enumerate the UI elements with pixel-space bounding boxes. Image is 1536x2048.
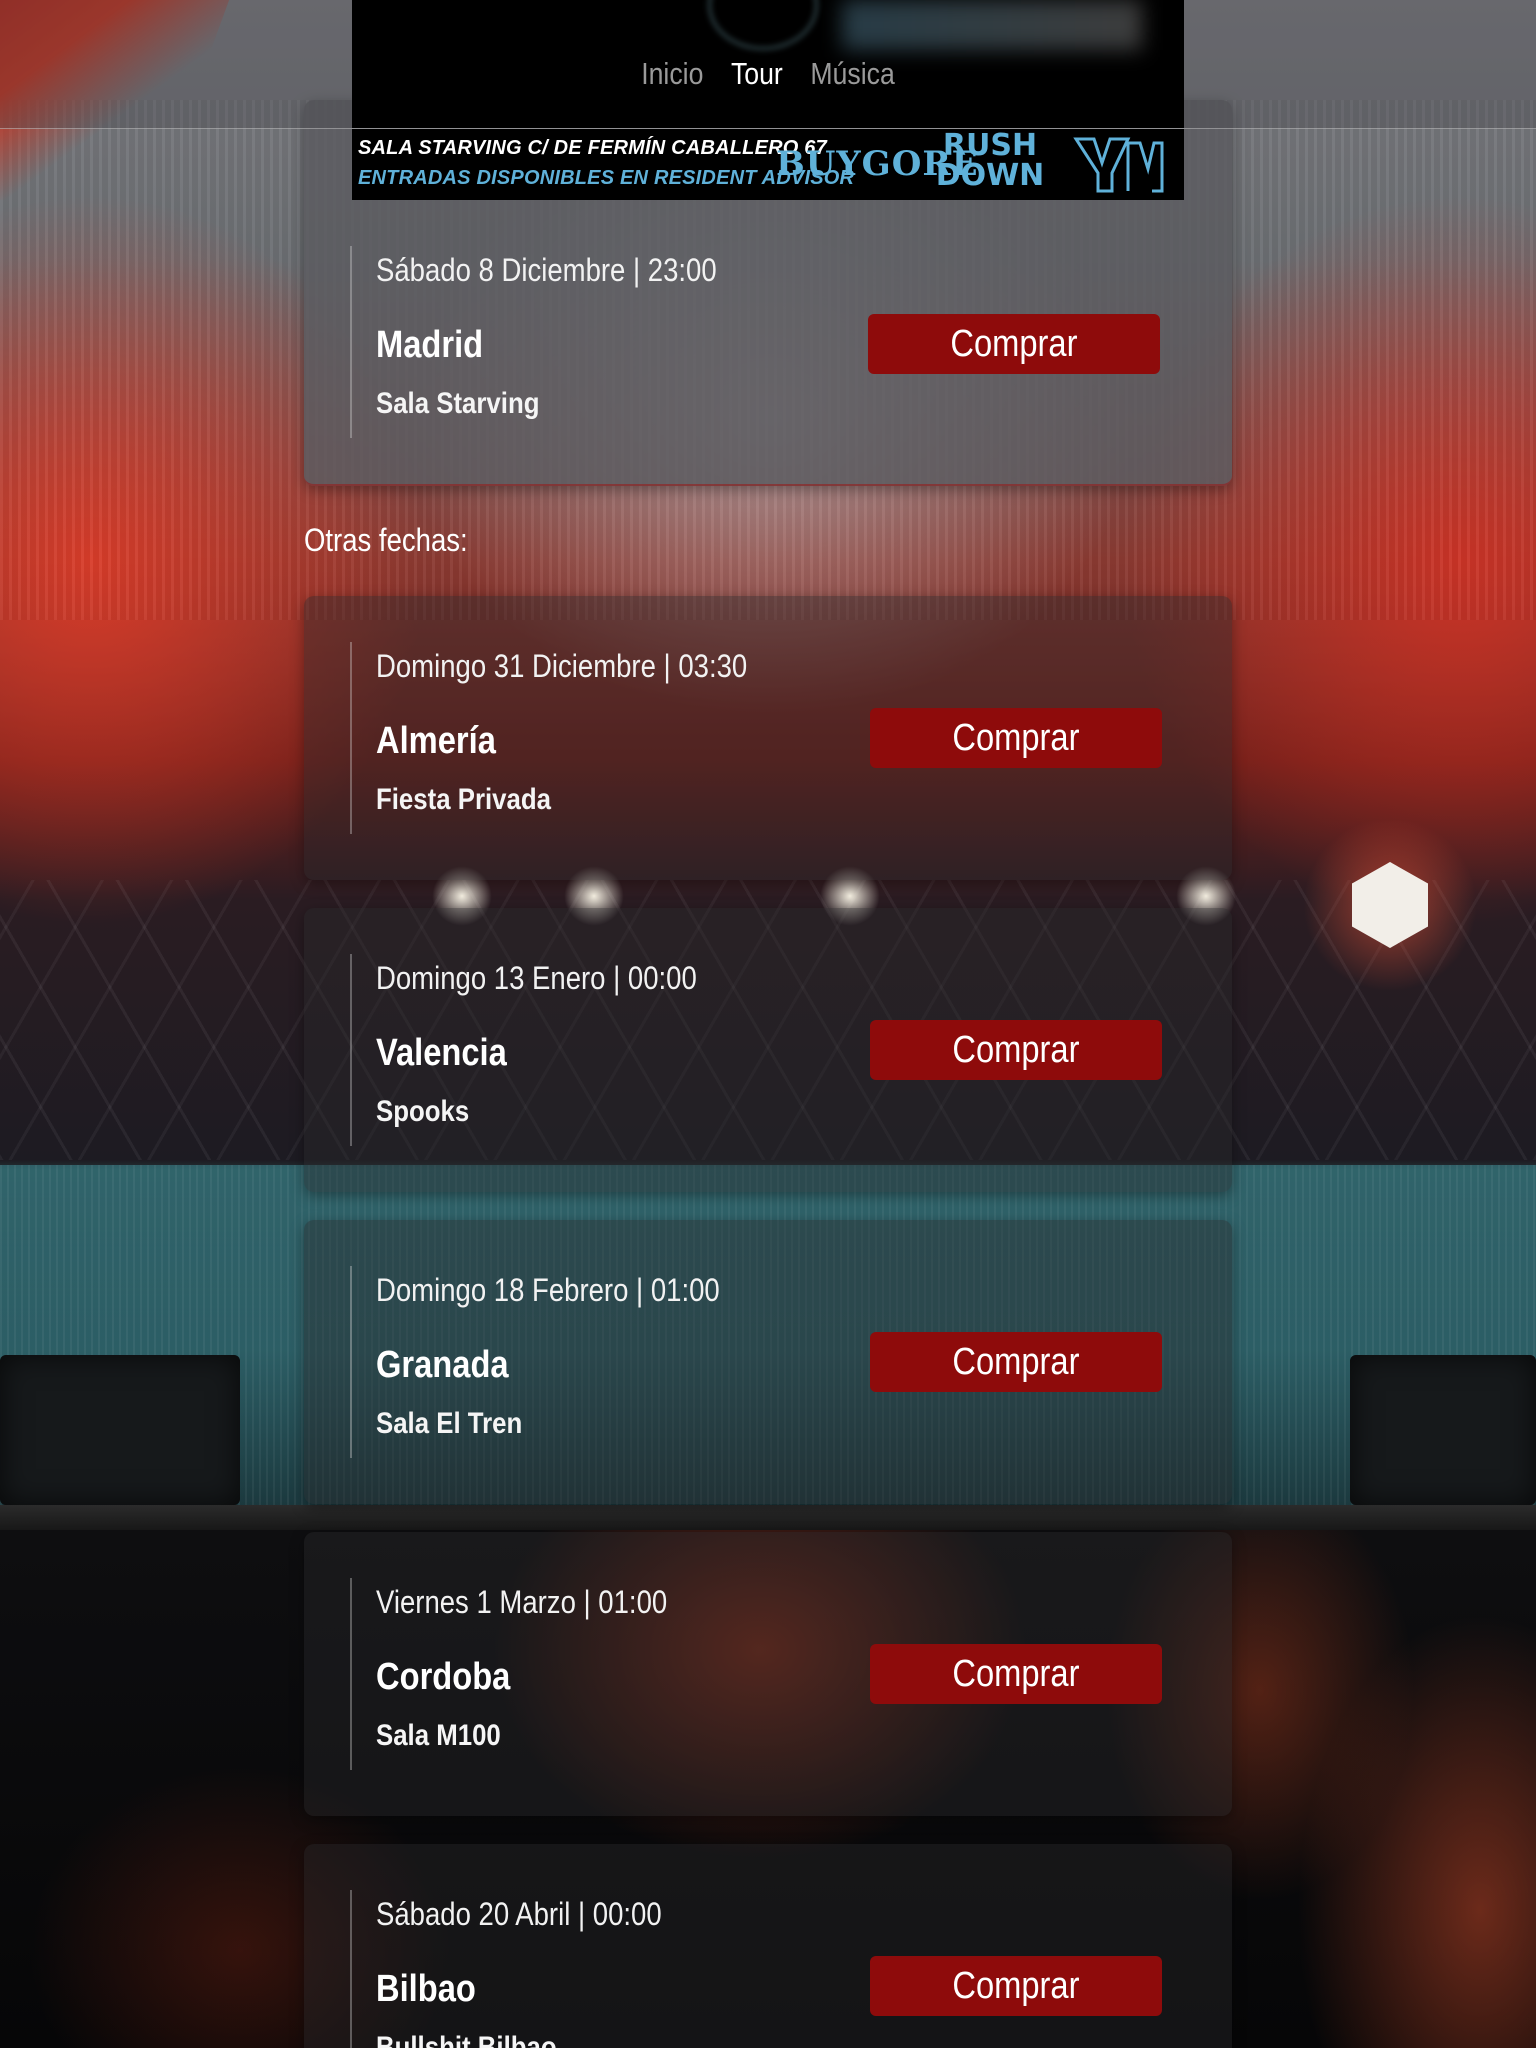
event-date: Sábado 8 Diciembre | 23:00 — [376, 252, 717, 288]
event-city: Cordoba — [376, 1656, 511, 1698]
event-date: Domingo 13 Enero | 00:00 — [376, 960, 697, 996]
event-date: Viernes 1 Marzo | 01:00 — [376, 1584, 668, 1620]
nav-item-tour[interactable]: Tour — [731, 52, 783, 96]
speaker-right — [1350, 1355, 1536, 1505]
event-venue: Fiesta Privada — [376, 783, 551, 816]
event-venue: Sala El Tren — [376, 1407, 523, 1440]
event-card: Viernes 1 Marzo | 01:00 Cordoba Sala M10… — [304, 1532, 1232, 1816]
event-details: Domingo 31 Diciembre | 03:30 Almería Fie… — [350, 642, 830, 834]
main-nav: Inicio Tour Música — [108, 52, 1429, 96]
event-city: Bilbao — [376, 1968, 476, 2010]
site-header: Inicio Tour Música — [0, 0, 1536, 129]
event-city: Granada — [376, 1344, 509, 1386]
buy-ticket-button[interactable]: Comprar — [868, 314, 1160, 374]
buy-ticket-label: Comprar — [952, 717, 1080, 759]
nav-item-musica[interactable]: Música — [810, 52, 894, 96]
event-card: Domingo 18 Febrero | 01:00 Granada Sala … — [304, 1220, 1232, 1504]
event-details: Sábado 20 Abril | 00:00 Bilbao Bullshit … — [350, 1890, 830, 2048]
speaker-left — [0, 1355, 240, 1505]
event-card: Domingo 13 Enero | 00:00 Valencia Spooks… — [304, 908, 1232, 1192]
event-details: Viernes 1 Marzo | 01:00 Cordoba Sala M10… — [350, 1578, 830, 1770]
buy-ticket-label: Comprar — [952, 1965, 1080, 2007]
event-venue: Bullshit Bilbao — [376, 2031, 557, 2048]
event-venue: Spooks — [376, 1095, 470, 1128]
buy-ticket-button[interactable]: Comprar — [870, 1644, 1162, 1704]
buy-ticket-label: Comprar — [952, 1341, 1080, 1383]
event-venue: Sala Starving — [376, 387, 540, 420]
event-promo-banner: SALA STARVING C/ DE FERMÍN CABALLERO 67 … — [352, 129, 1184, 200]
event-card: Sábado 20 Abril | 00:00 Bilbao Bullshit … — [304, 1844, 1232, 2048]
event-date: Domingo 31 Diciembre | 03:30 — [376, 648, 748, 684]
event-details: Domingo 13 Enero | 00:00 Valencia Spooks — [350, 954, 830, 1146]
artist-monogram-icon — [1073, 137, 1164, 193]
buy-ticket-label: Comprar — [950, 323, 1078, 365]
buy-ticket-button[interactable]: Comprar — [870, 1332, 1162, 1392]
event-venue: Sala M100 — [376, 1719, 501, 1752]
rushdown-logo: RUSH DOWN — [930, 131, 1050, 191]
event-date: Sábado 20 Abril | 00:00 — [376, 1896, 662, 1932]
other-dates-heading: Otras fechas: — [304, 522, 468, 558]
buy-ticket-label: Comprar — [952, 1653, 1080, 1695]
event-city: Almería — [376, 720, 496, 762]
buy-ticket-button[interactable]: Comprar — [870, 1020, 1162, 1080]
rushdown-logo-line1: RUSH — [942, 129, 1038, 163]
promo-venue-address: SALA STARVING C/ DE FERMÍN CABALLERO 67 — [358, 137, 827, 159]
promo-ticket-info: ENTRADAS DISPONIBLES EN RESIDENT ADVISOR — [358, 167, 855, 189]
promo-banner-text: SALA STARVING C/ DE FERMÍN CABALLERO 67 … — [358, 133, 855, 193]
nav-item-inicio[interactable]: Inicio — [641, 52, 703, 96]
banner-circle-graphic — [708, 0, 818, 50]
buy-ticket-label: Comprar — [952, 1029, 1080, 1071]
event-city: Madrid — [376, 324, 484, 366]
event-card: Domingo 31 Diciembre | 03:30 Almería Fie… — [304, 596, 1232, 880]
banner-blurred-text — [842, 0, 1142, 50]
event-details: Domingo 18 Febrero | 01:00 Granada Sala … — [350, 1266, 830, 1458]
event-date: Domingo 18 Febrero | 01:00 — [376, 1272, 720, 1308]
event-city: Valencia — [376, 1032, 507, 1074]
buy-ticket-button[interactable]: Comprar — [870, 708, 1162, 768]
buy-ticket-button[interactable]: Comprar — [870, 1956, 1162, 2016]
rushdown-logo-line2: DOWN — [935, 158, 1045, 193]
event-details: Sábado 8 Diciembre | 23:00 Madrid Sala S… — [350, 246, 830, 438]
